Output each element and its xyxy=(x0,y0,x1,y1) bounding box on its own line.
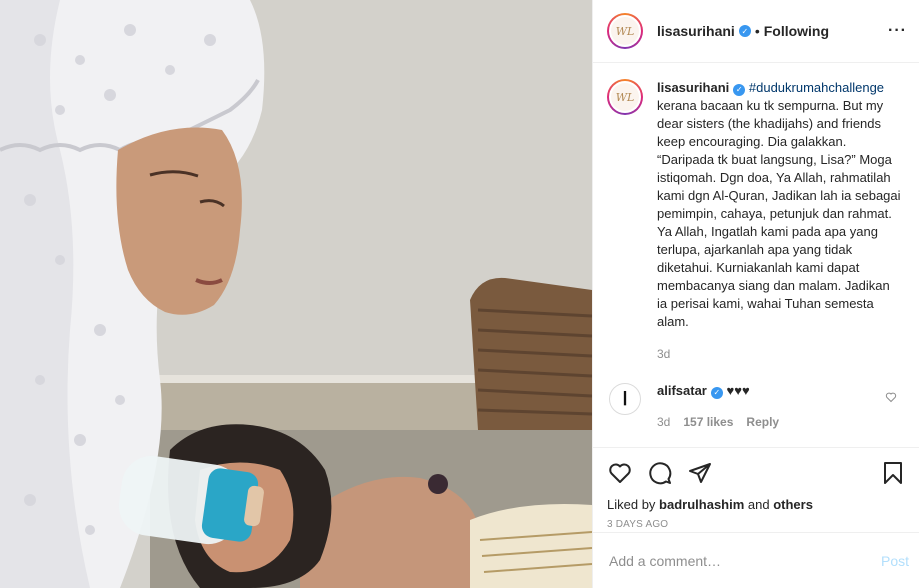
comment-line: alifsatar ✓ ♥♥♥ xyxy=(657,383,779,399)
action-bar xyxy=(593,447,919,497)
reply-button[interactable]: Reply xyxy=(746,415,779,429)
caption-avatar[interactable]: WL xyxy=(607,79,643,115)
comment-likes[interactable]: 157 likes xyxy=(683,415,733,429)
comment-icon xyxy=(649,461,672,484)
author-username[interactable]: lisasurihani xyxy=(657,23,735,39)
author-avatar[interactable]: WL xyxy=(607,13,643,49)
photo-illustration xyxy=(0,0,592,588)
comment-meta: 3d 157 likes Reply xyxy=(657,415,779,429)
add-comment-bar: Post xyxy=(593,532,919,588)
post-photo[interactable] xyxy=(0,0,592,588)
likes-summary: Liked by badrulhashim and others xyxy=(593,497,919,512)
share-button[interactable] xyxy=(680,453,720,493)
post-header: WL lisasurihani ✓ • Following ··· xyxy=(593,0,919,63)
liked-by-user[interactable]: badrulhashim xyxy=(659,497,744,512)
bookmark-icon xyxy=(884,461,902,484)
caption-time[interactable]: 3d xyxy=(657,345,902,363)
verified-badge-icon: ✓ xyxy=(738,25,751,37)
liked-by-others[interactable]: others xyxy=(773,497,813,512)
comment-like-heart-icon[interactable] xyxy=(885,391,897,403)
commenter-username[interactable]: alifsatar xyxy=(657,383,707,398)
caption-hashtag[interactable]: #dudukrumahchallenge xyxy=(749,80,884,95)
caption-body: lisasurihani ✓ #dudukrumahchallenge keran… xyxy=(657,79,902,363)
heart-icon xyxy=(609,463,631,483)
comment-button[interactable] xyxy=(640,453,680,493)
caption-avatar-ring: WL xyxy=(609,81,641,113)
caption-text: kerana bacaan ku tk sempurna. But my dea… xyxy=(657,98,901,329)
comment-time[interactable]: 3d xyxy=(657,415,670,429)
avatar-logo: WL xyxy=(611,17,639,45)
likes-prefix: Liked by xyxy=(607,497,660,512)
comment-input[interactable] xyxy=(609,552,881,569)
post-sidebar: WL lisasurihani ✓ • Following ··· WL lis… xyxy=(592,0,919,588)
like-button[interactable] xyxy=(600,453,640,493)
commenter-avatar[interactable]: ا xyxy=(609,383,641,415)
comment-body: alifsatar ✓ ♥♥♥ 3d 157 likes Reply xyxy=(657,383,779,429)
caption: WL lisasurihani ✓ #dudukrumahchallenge ke… xyxy=(607,79,907,363)
commenter-verified-icon: ✓ xyxy=(710,386,723,399)
header-separator: • xyxy=(754,23,760,39)
more-options-icon[interactable]: ··· xyxy=(888,22,907,40)
comment-item: ا alifsatar ✓ ♥♥♥ 3d 157 likes Reply xyxy=(607,383,907,429)
caption-avatar-logo: WL xyxy=(611,83,639,111)
avatar-ring: WL xyxy=(609,15,641,47)
instagram-post: WL lisasurihani ✓ • Following ··· WL lis… xyxy=(0,0,919,588)
following-button[interactable]: Following xyxy=(764,23,829,39)
post-comment-button[interactable]: Post xyxy=(881,553,909,569)
post-timestamp[interactable]: 3 DAYS AGO xyxy=(593,512,919,530)
save-button[interactable] xyxy=(873,453,913,493)
comment-text: ♥♥♥ xyxy=(726,383,750,398)
likes-middle: and xyxy=(744,497,774,512)
caption-verified-icon: ✓ xyxy=(733,84,746,96)
caption-username[interactable]: lisasurihani xyxy=(657,80,729,95)
comments-section[interactable]: WL lisasurihani ✓ #dudukrumahchallenge ke… xyxy=(593,63,919,447)
share-icon xyxy=(689,462,711,483)
